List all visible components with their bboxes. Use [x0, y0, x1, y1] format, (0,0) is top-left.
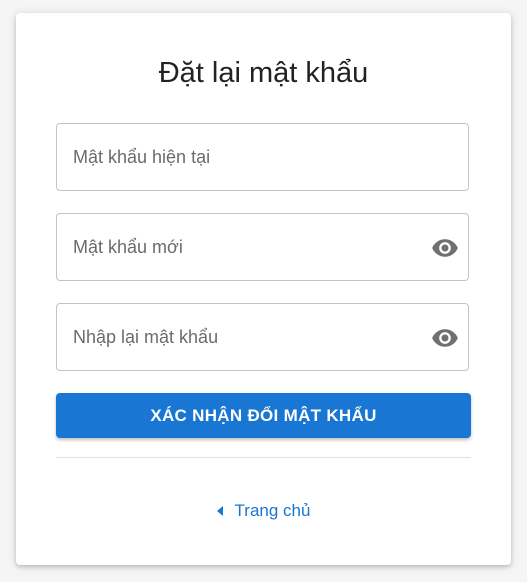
- confirm-password-input[interactable]: [57, 304, 468, 370]
- home-link[interactable]: Trang chủ: [16, 499, 511, 523]
- caret-left-icon: [216, 505, 223, 516]
- confirm-change-password-button[interactable]: XÁC NHẬN ĐỔI MẬT KHẨU: [56, 393, 471, 438]
- reset-password-card: Đặt lại mật khẩu XÁC NHẬN ĐỔI MẬT KHẨU T…: [16, 13, 511, 565]
- new-password-field[interactable]: [56, 213, 469, 281]
- home-link-label: Trang chủ: [234, 501, 311, 520]
- current-password-field[interactable]: [56, 123, 469, 191]
- new-password-input[interactable]: [57, 214, 468, 280]
- eye-icon[interactable]: [431, 234, 459, 262]
- page-title: Đặt lại mật khẩu: [158, 57, 369, 89]
- current-password-input[interactable]: [57, 124, 468, 190]
- divider: [56, 457, 471, 458]
- eye-icon[interactable]: [431, 324, 459, 352]
- confirm-password-field[interactable]: [56, 303, 469, 371]
